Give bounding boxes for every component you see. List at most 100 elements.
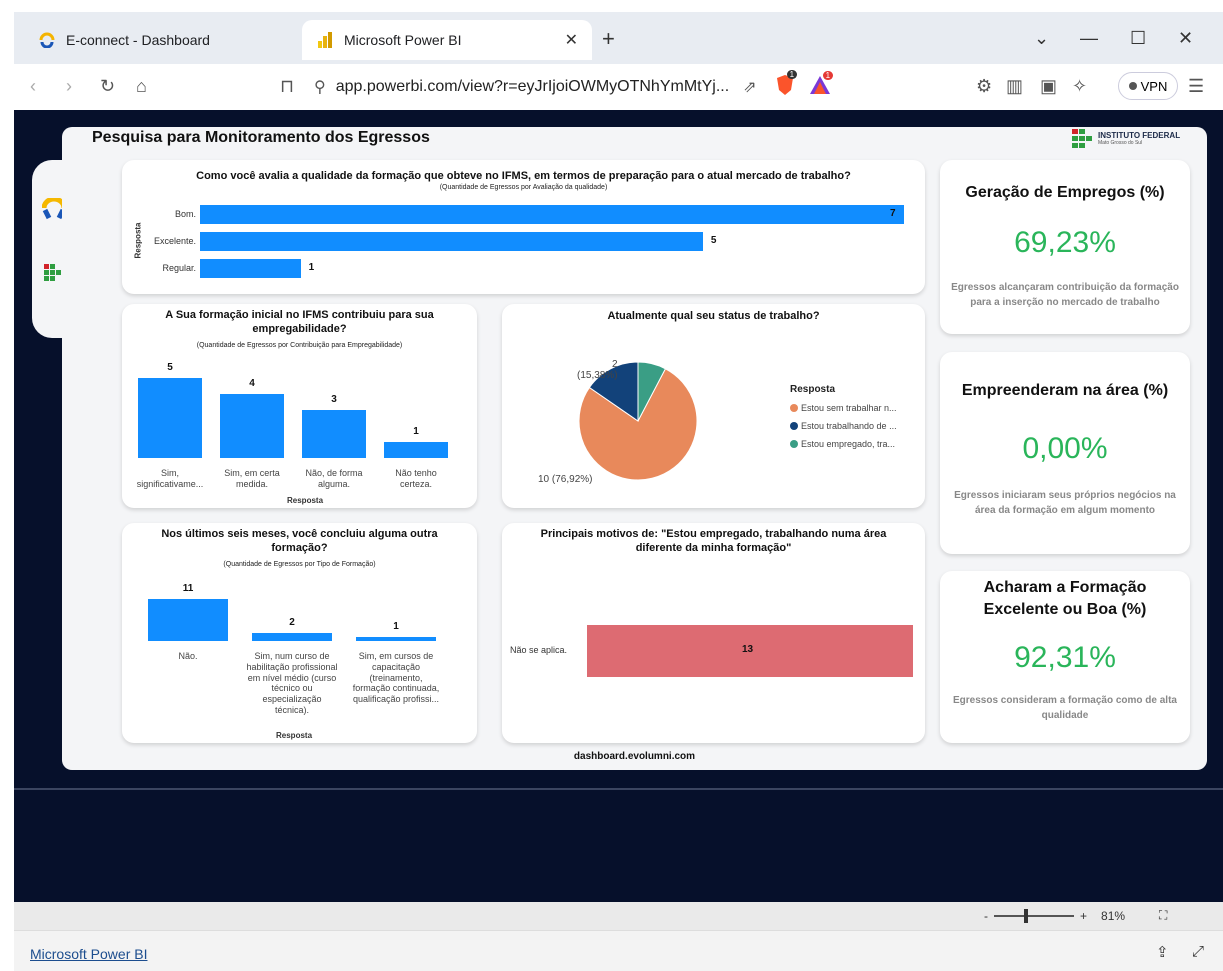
x-axis-label: Resposta bbox=[276, 731, 313, 740]
zoom-in-button[interactable]: + bbox=[1080, 909, 1087, 923]
divider bbox=[14, 788, 1223, 790]
pie-label-large: 10 (76,92%) bbox=[538, 474, 593, 485]
kpi-description: Egressos iniciaram seus próprios negócio… bbox=[954, 490, 1176, 516]
bar-category-label: Não. bbox=[178, 651, 198, 661]
close-tab-icon[interactable]: ✕ bbox=[565, 30, 578, 50]
bar-category-label: Não, de forma alguma. bbox=[305, 468, 363, 489]
back-icon[interactable]: ‹ bbox=[30, 76, 36, 97]
bar bbox=[200, 205, 904, 224]
home-icon[interactable]: ⌂ bbox=[136, 76, 147, 97]
site-settings-icon[interactable]: ⚲ bbox=[314, 77, 326, 97]
bar bbox=[200, 259, 301, 278]
bar-value-label: 1 bbox=[393, 621, 399, 633]
brave-rewards-icon[interactable]: 1 bbox=[809, 70, 834, 100]
other-course-chart-card[interactable]: Nos últimos seis meses, você concluiu al… bbox=[122, 523, 477, 743]
vpn-label: VPN bbox=[1140, 78, 1168, 94]
legend-label: Estou empregado, tra... bbox=[801, 439, 896, 449]
share-report-icon[interactable]: ⇪ bbox=[1156, 943, 1169, 961]
chart-title: Principais motivos de: "Estou empregado,… bbox=[540, 528, 887, 554]
bookmark-icon[interactable]: ⊓ bbox=[280, 76, 294, 97]
reasons-chart-card[interactable]: Principais motivos de: "Estou empregado,… bbox=[502, 523, 925, 743]
bar bbox=[252, 633, 332, 641]
forward-icon[interactable]: › bbox=[66, 76, 72, 97]
bar bbox=[138, 378, 202, 458]
zoom-slider-thumb[interactable] bbox=[1024, 908, 1028, 923]
tab-label: Microsoft Power BI bbox=[344, 32, 462, 48]
bar-value-label: 5 bbox=[710, 235, 717, 246]
bar bbox=[384, 442, 448, 458]
chevron-down-icon[interactable]: ⌄ bbox=[1034, 28, 1049, 49]
bar-value-label: 5 bbox=[167, 362, 173, 373]
chart-title: Nos últimos seis meses, você concluiu al… bbox=[161, 528, 438, 554]
shield-badge: 1 bbox=[786, 69, 798, 79]
legend-item: Estou sem trabalhar n... bbox=[790, 403, 897, 413]
powerbi-link[interactable]: Microsoft Power BI bbox=[30, 946, 147, 962]
ifms-brand-icon bbox=[1072, 129, 1092, 148]
powerbi-report-area: Pesquisa para Monitoramento dos Egressos… bbox=[14, 110, 1223, 902]
econnect-icon bbox=[38, 31, 56, 49]
bar-category-label: Sim, em certa medida. bbox=[224, 468, 280, 489]
legend-label: Estou sem trabalhar n... bbox=[801, 403, 897, 413]
bar-category-label: Sim, significativame... bbox=[136, 468, 204, 489]
bar-category-label: Regular. bbox=[162, 263, 196, 273]
bar-value-label: 4 bbox=[249, 378, 255, 389]
vpn-button[interactable]: VPN bbox=[1118, 72, 1178, 100]
bar bbox=[148, 599, 228, 641]
zoom-out-button[interactable]: - bbox=[984, 909, 988, 923]
kpi-card-entrepreneurs[interactable]: Empreenderam na área (%) 0,00% Egressos … bbox=[940, 352, 1190, 554]
pie-legend: Resposta Estou sem trabalhar n... Estou t… bbox=[790, 384, 897, 449]
sidebar-icon[interactable]: ▥ bbox=[1006, 76, 1023, 97]
brave-shield-icon[interactable]: 1 bbox=[775, 69, 798, 101]
menu-icon[interactable]: ☰ bbox=[1188, 76, 1204, 97]
chart-title: A Sua formação inicial no IFMS contribui… bbox=[165, 309, 434, 335]
tab-label: E-connect - Dashboard bbox=[66, 32, 210, 48]
kpi-value: 0,00% bbox=[1022, 432, 1108, 465]
kpi-card-quality[interactable]: Acharam a Formação Excelente ou Boa (%) … bbox=[940, 571, 1190, 743]
legend-swatch bbox=[790, 422, 798, 430]
bar-category-label: Sim, em cursos de capacitação (treinamen… bbox=[352, 651, 440, 705]
kpi-description: Egressos consideram a formação como de a… bbox=[953, 695, 1177, 721]
minimize-button[interactable]: — bbox=[1080, 28, 1098, 49]
ifms-brand: INSTITUTO FEDERAL Mato Grosso do Sul bbox=[1072, 129, 1180, 149]
address-bar[interactable]: ⚲ app.powerbi.com/view?r=eyJrIjoiOWMyOTN… bbox=[314, 69, 904, 104]
bar-value-label: 7 bbox=[890, 208, 896, 219]
wallet-icon[interactable]: ▣ bbox=[1040, 76, 1057, 97]
pie-label-small-count: 2 bbox=[612, 359, 618, 370]
pie-label-small-pct: (15,38%) bbox=[577, 370, 618, 381]
legend-items: Estou sem trabalhar n... Estou trabalhand… bbox=[790, 403, 897, 449]
tab-econnect[interactable]: E-connect - Dashboard bbox=[20, 20, 300, 60]
legend-swatch bbox=[790, 404, 798, 412]
fit-page-icon[interactable]: ⛶ bbox=[1159, 908, 1167, 923]
new-tab-button[interactable]: + bbox=[602, 26, 615, 52]
employability-chart-card[interactable]: A Sua formação inicial no IFMS contribui… bbox=[122, 304, 477, 508]
bar-category-label: Não se aplica. bbox=[510, 645, 568, 655]
zoom-slider[interactable] bbox=[994, 908, 1074, 923]
kpi-title: Empreenderam na área (%) bbox=[961, 382, 1169, 399]
window-close-button[interactable]: ✕ bbox=[1178, 28, 1193, 49]
bar bbox=[302, 410, 366, 458]
kpi-value: 69,23% bbox=[1014, 226, 1116, 259]
bar-value-label: 2 bbox=[289, 617, 295, 629]
bar-value-label: 11 bbox=[182, 583, 194, 594]
x-axis-label: Resposta bbox=[287, 496, 324, 505]
status-chart-card[interactable]: Atualmente qual seu status de trabalho? … bbox=[502, 304, 925, 508]
browser-toolbar: ‹ › ↻ ⌂ ⊓ ⚲ app.powerbi.com/view?r=eyJrI… bbox=[14, 64, 1223, 110]
ifms-logo-icon[interactable] bbox=[44, 264, 62, 289]
reload-icon[interactable]: ↻ bbox=[100, 76, 115, 97]
share-icon[interactable]: ⇗ bbox=[743, 77, 756, 97]
page-title: Pesquisa para Monitoramento dos Egressos bbox=[92, 129, 430, 146]
leo-ai-icon[interactable]: ✧ bbox=[1072, 76, 1087, 97]
legend-swatch bbox=[790, 440, 798, 448]
bar-category-label: Sim, num curso de habilitação profission… bbox=[246, 651, 338, 715]
chart-title: Como você avalia a qualidade da formação… bbox=[196, 170, 851, 182]
url-text: app.powerbi.com/view?r=eyJrIjoiOWMyOTNhY… bbox=[335, 78, 730, 95]
legend-label: Estou trabalhando de ... bbox=[801, 421, 897, 431]
fullscreen-icon[interactable]: ⤢ bbox=[1192, 943, 1204, 960]
kpi-card-jobs[interactable]: Geração de Empregos (%) 69,23% Egressos … bbox=[940, 160, 1190, 334]
quality-chart-card[interactable]: Como você avalia a qualidade da formação… bbox=[122, 160, 925, 294]
extensions-icon[interactable]: ⚙ bbox=[976, 76, 992, 97]
kpi-value: 92,31% bbox=[1014, 641, 1116, 674]
vpn-dot-icon bbox=[1128, 82, 1137, 90]
tab-powerbi[interactable]: Microsoft Power BI ✕ bbox=[302, 20, 592, 60]
maximize-button[interactable]: ☐ bbox=[1130, 28, 1146, 49]
